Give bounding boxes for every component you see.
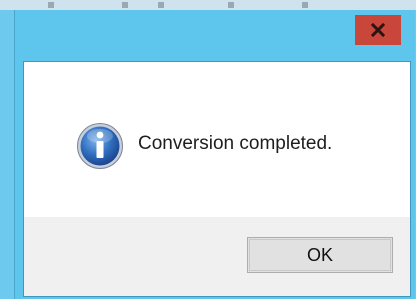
close-icon — [371, 23, 385, 37]
dialog-body: Conversion completed. OK — [23, 61, 411, 297]
info-icon — [77, 123, 123, 169]
strip-mark — [228, 2, 234, 8]
strip-mark — [48, 2, 54, 8]
strip-mark — [158, 2, 164, 8]
background-window-strip — [0, 0, 416, 10]
strip-mark — [302, 2, 308, 8]
message-dialog: Conversion completed. OK — [14, 10, 415, 299]
message-area: Conversion completed. — [24, 62, 410, 217]
ok-button[interactable]: OK — [247, 237, 393, 273]
button-bar: OK — [24, 217, 410, 296]
close-button[interactable] — [355, 15, 401, 45]
strip-mark — [122, 2, 128, 8]
message-text: Conversion completed. — [138, 133, 333, 154]
